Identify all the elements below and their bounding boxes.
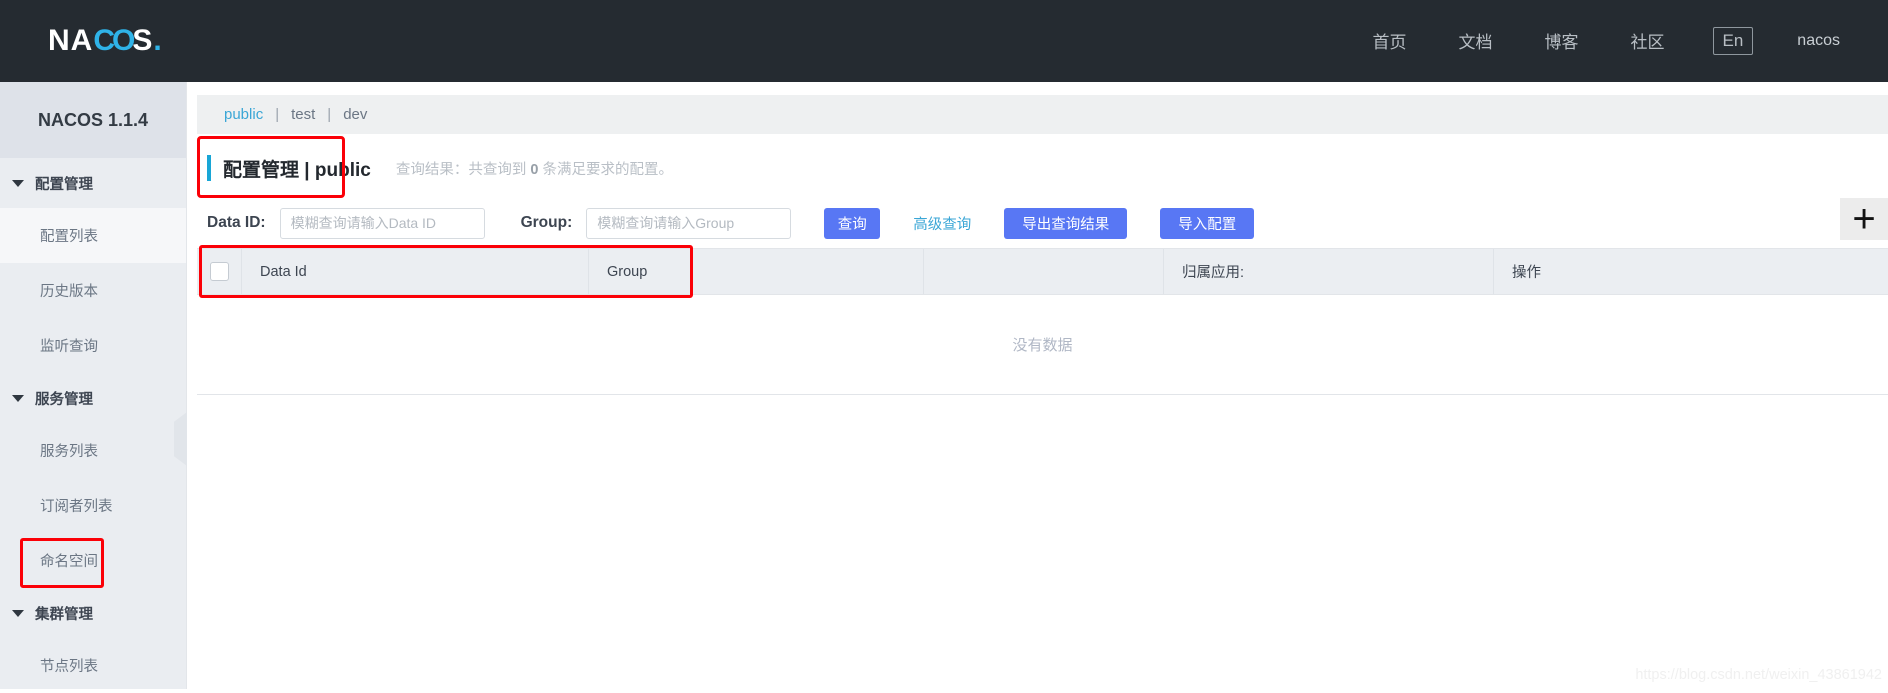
logo-dot: . xyxy=(153,24,163,57)
nav-community[interactable]: 社区 xyxy=(1605,28,1691,53)
table-body: 没有数据 xyxy=(197,295,1888,395)
column-header-data-id[interactable]: Data Id xyxy=(242,249,589,294)
select-all-checkbox[interactable] xyxy=(209,262,229,281)
chevron-down-icon xyxy=(12,179,24,187)
table-header-row: Data Id Group 归属应用: 操作 xyxy=(197,245,1888,298)
top-header-bar: NA CO S. 首页 文档 博客 社区 En nacos xyxy=(0,0,1888,82)
main-content: public | test | dev 配置管理 | public 查询结果：共… xyxy=(187,82,1888,689)
sidebar-item-subscriber-list[interactable]: 订阅者列表 xyxy=(0,478,186,533)
query-result-suffix: 条满足要求的配置。 xyxy=(538,161,673,178)
logo-text-part2: CO xyxy=(93,24,135,57)
sidebar-item-service-list[interactable]: 服务列表 xyxy=(0,423,186,478)
sidebar-item-history-versions[interactable]: 历史版本 xyxy=(0,263,186,318)
query-result-prefix: 查询结果：共查询到 xyxy=(395,161,531,178)
advanced-query-link[interactable]: 高级查询 xyxy=(913,213,971,234)
watermark-text: https://blog.csdn.net/weixin_43861942 xyxy=(1635,667,1882,683)
sidebar-item-node-list[interactable]: 节点列表 xyxy=(0,638,186,693)
add-config-button[interactable]: + xyxy=(1840,198,1888,240)
empty-state-text: 没有数据 xyxy=(1012,337,1073,354)
sidebar-item-config-list[interactable]: 配置列表 xyxy=(0,208,186,263)
top-navigation: 首页 文档 博客 社区 En nacos xyxy=(1347,27,1849,55)
sidebar-item-namespace[interactable]: 命名空间 xyxy=(0,533,186,588)
user-menu[interactable]: nacos xyxy=(1775,32,1848,50)
sidebar-group-label: 配置管理 xyxy=(35,176,93,193)
chevron-down-icon xyxy=(12,394,24,402)
nav-docs[interactable]: 文档 xyxy=(1433,28,1519,53)
namespace-separator: | xyxy=(275,106,280,123)
config-table: Data Id Group 归属应用: 操作 没有数据 xyxy=(197,245,1888,395)
column-header-operations: 操作 xyxy=(1512,265,1541,281)
select-all-header-cell xyxy=(197,249,242,294)
page-header: 配置管理 | public 查询结果：共查询到 0 条满足要求的配置。 xyxy=(197,136,1888,198)
column-header-group[interactable]: Group xyxy=(589,249,924,294)
query-result-summary: 查询结果：共查询到 0 条满足要求的配置。 xyxy=(396,158,673,179)
namespace-tab-dev[interactable]: dev xyxy=(339,106,371,123)
export-results-button[interactable]: 导出查询结果 xyxy=(1004,207,1128,239)
data-id-label: Data ID: xyxy=(207,214,266,231)
logo-text-part1: NA xyxy=(48,24,94,57)
sidebar-group-label: 集群管理 xyxy=(35,606,93,623)
sidebar-group-config-management[interactable]: 配置管理 xyxy=(0,158,186,208)
sidebar: NACOS 1.1.4 配置管理 配置列表 历史版本 监听查询 服务管理 服务列… xyxy=(0,82,187,689)
group-input[interactable] xyxy=(586,207,792,239)
title-accent-bar xyxy=(207,155,211,181)
namespace-tab-bar: public | test | dev xyxy=(197,95,1888,134)
namespace-tab-public[interactable]: public xyxy=(220,106,267,123)
nacos-logo[interactable]: NA CO S. xyxy=(48,24,163,58)
nav-home[interactable]: 首页 xyxy=(1347,28,1433,53)
sidebar-group-label: 服务管理 xyxy=(35,391,93,408)
column-header-spacer xyxy=(924,249,1164,294)
plus-icon: + xyxy=(1852,197,1876,241)
sidebar-group-service-management[interactable]: 服务管理 xyxy=(0,373,186,423)
search-toolbar: Data ID: Group: 查询 高级查询 导出查询结果 导入配置 xyxy=(197,200,1888,246)
sidebar-item-listener-query[interactable]: 监听查询 xyxy=(0,318,186,373)
column-header-application[interactable]: 归属应用: xyxy=(1164,249,1494,294)
sidebar-version-title: NACOS 1.1.4 xyxy=(0,82,186,158)
group-label: Group: xyxy=(520,214,573,231)
query-button[interactable]: 查询 xyxy=(824,207,881,239)
sidebar-group-cluster-management[interactable]: 集群管理 xyxy=(0,588,186,638)
import-config-button[interactable]: 导入配置 xyxy=(1160,207,1255,239)
namespace-separator: | xyxy=(327,106,332,123)
logo-text-part3: S xyxy=(132,24,154,57)
page-title: 配置管理 | public xyxy=(223,159,371,181)
chevron-down-icon xyxy=(12,609,24,617)
data-id-input[interactable] xyxy=(279,207,485,239)
page-title-wrapper: 配置管理 | public xyxy=(197,136,371,198)
namespace-tab-test[interactable]: test xyxy=(287,106,319,123)
language-switch-button[interactable]: En xyxy=(1712,27,1754,55)
nav-blog[interactable]: 博客 xyxy=(1519,28,1605,53)
